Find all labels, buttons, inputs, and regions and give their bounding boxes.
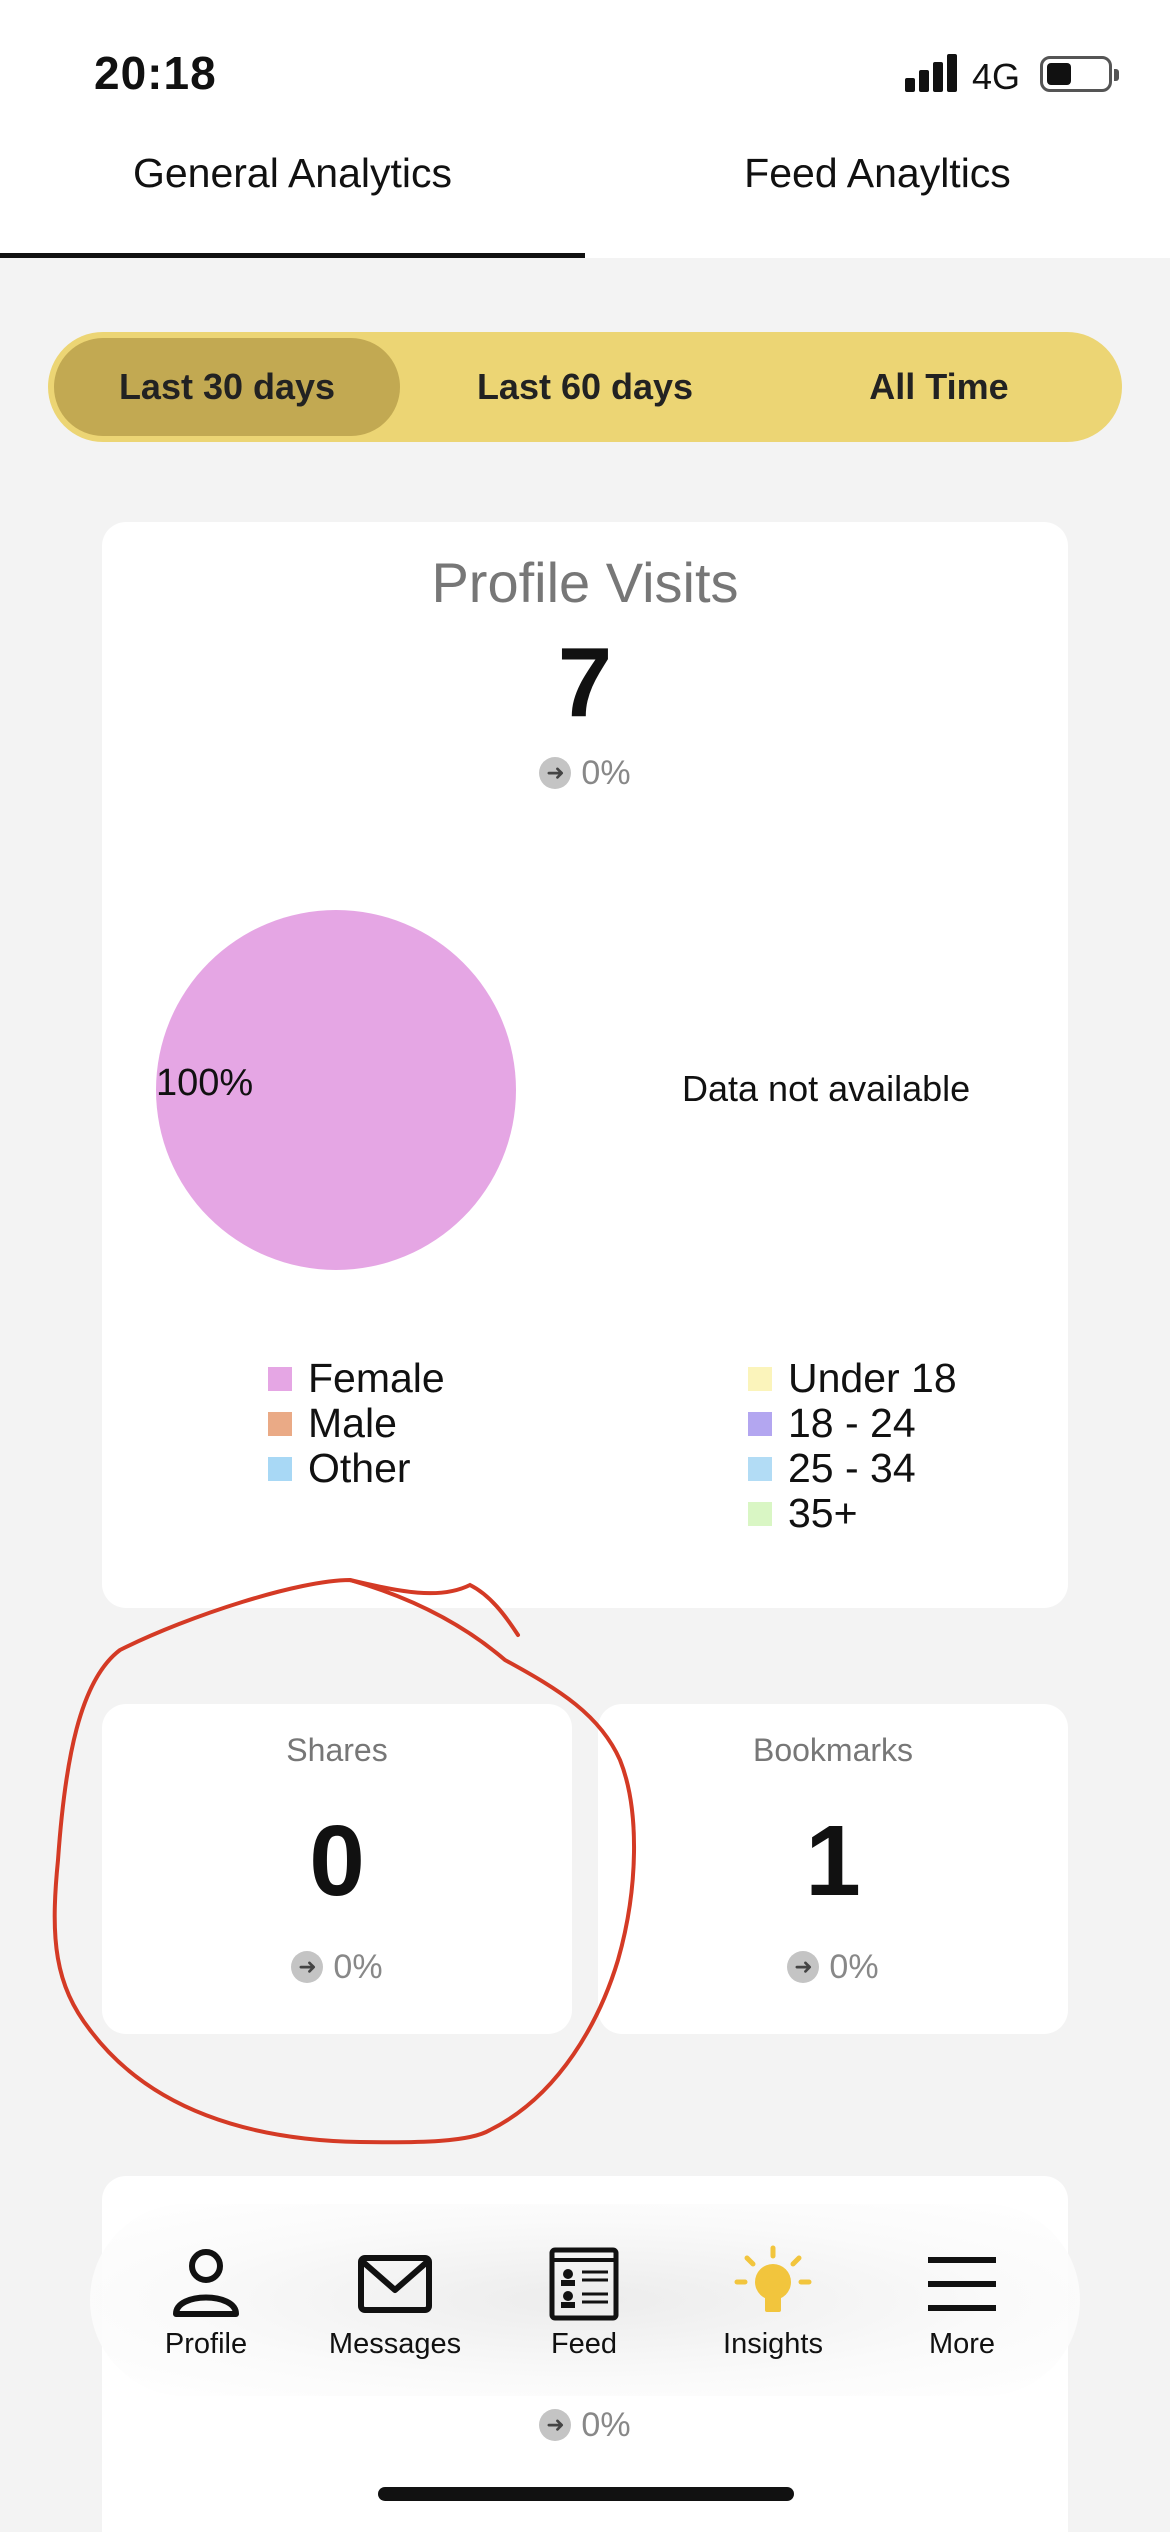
tab-label: Insights bbox=[723, 2328, 823, 2360]
legend-label: 18 - 24 bbox=[788, 1400, 916, 1446]
legend-label: 35+ bbox=[788, 1490, 858, 1536]
legend-label: Under 18 bbox=[788, 1355, 957, 1401]
tab-more[interactable]: More bbox=[867, 2204, 1057, 2396]
tab-general-analytics[interactable]: General Analytics bbox=[0, 140, 585, 258]
change-indicator: ➜ 0% bbox=[598, 1948, 1068, 1987]
home-indicator[interactable] bbox=[378, 2487, 794, 2501]
analytics-tabs: General Analytics Feed Anayltics bbox=[0, 140, 1170, 258]
signal-icon bbox=[905, 52, 959, 92]
legend-swatch bbox=[268, 1456, 292, 1481]
change-value: 0% bbox=[581, 754, 631, 792]
card-title: Shares bbox=[286, 1732, 388, 1768]
legend-label: Female bbox=[308, 1355, 445, 1401]
age-legend: Under 18 18 - 24 25 - 34 35+ bbox=[748, 1356, 957, 1536]
legend-swatch bbox=[748, 1501, 772, 1526]
shares-card: Shares 0 ➜ 0% bbox=[102, 1704, 572, 2034]
bookmarks-card: Bookmarks 1 ➜ 0% bbox=[598, 1704, 1068, 2034]
insights-icon bbox=[734, 2245, 812, 2312]
change-value: 0% bbox=[829, 1948, 879, 1986]
change-value: 0% bbox=[581, 2406, 631, 2444]
shares-count: 0 bbox=[309, 1805, 365, 1917]
more-icon bbox=[928, 2257, 996, 2311]
arrow-right-icon: ➜ bbox=[539, 757, 572, 789]
status-time: 20:18 bbox=[94, 47, 217, 99]
range-all-time[interactable]: All Time bbox=[766, 338, 1112, 436]
tab-feed[interactable]: Feed bbox=[489, 2204, 679, 2396]
arrow-right-icon: ➜ bbox=[787, 1951, 820, 1983]
tab-profile[interactable]: Profile bbox=[111, 2204, 301, 2396]
messages-icon bbox=[358, 2255, 432, 2313]
bookmarks-count: 1 bbox=[805, 1805, 861, 1917]
tab-label: Feed bbox=[550, 2328, 618, 2360]
bottom-tab-bar: Profile Messages Feed Insights More bbox=[90, 2204, 1080, 2396]
profile-visits-card: Profile Visits 7 ➜ 0% 100% Data not avail… bbox=[102, 522, 1068, 1608]
legend-item: 35+ bbox=[748, 1491, 957, 1536]
legend-swatch bbox=[268, 1366, 292, 1391]
range-last-30-days[interactable]: Last 30 days bbox=[54, 338, 400, 436]
legend-item: 18 - 24 bbox=[748, 1401, 957, 1446]
battery-icon bbox=[1040, 56, 1119, 92]
legend-label: Male bbox=[308, 1400, 397, 1446]
status-bar: 20:18 4G bbox=[0, 0, 1170, 140]
tab-insights[interactable]: Insights bbox=[678, 2204, 868, 2396]
change-value: 0% bbox=[333, 1948, 383, 1986]
tab-label: Profile bbox=[164, 2328, 248, 2360]
change-indicator: ➜ 0% bbox=[102, 754, 1068, 793]
change-indicator: ➜ 0% bbox=[102, 2406, 1068, 2445]
age-chart-empty-message: Data not available bbox=[682, 1068, 971, 1109]
profile-icon bbox=[173, 2249, 239, 2317]
legend-label: 25 - 34 bbox=[788, 1445, 916, 1491]
gender-legend: Female Male Other bbox=[268, 1356, 445, 1491]
tab-messages[interactable]: Messages bbox=[300, 2204, 490, 2396]
network-label: 4G bbox=[972, 56, 1021, 97]
tab-label: Messages bbox=[328, 2328, 462, 2360]
date-range-selector: Last 30 days Last 60 days All Time bbox=[48, 332, 1122, 442]
pie-slice-label: 100% bbox=[156, 1062, 254, 1104]
legend-swatch bbox=[748, 1411, 772, 1436]
legend-swatch bbox=[748, 1456, 772, 1481]
legend-item: Other bbox=[268, 1446, 445, 1491]
card-title: Profile Visits bbox=[431, 551, 739, 614]
range-last-60-days[interactable]: Last 60 days bbox=[412, 338, 758, 436]
legend-label: Other bbox=[308, 1445, 411, 1491]
legend-item: Female bbox=[268, 1356, 445, 1401]
change-indicator: ➜ 0% bbox=[102, 1948, 572, 1987]
legend-item: 25 - 34 bbox=[748, 1446, 957, 1491]
tab-feed-analytics[interactable]: Feed Anayltics bbox=[585, 140, 1170, 258]
legend-swatch bbox=[268, 1411, 292, 1436]
feed-icon bbox=[549, 2247, 619, 2321]
legend-item: Under 18 bbox=[748, 1356, 957, 1401]
active-tab-indicator bbox=[0, 253, 585, 258]
legend-item: Male bbox=[268, 1401, 445, 1446]
tab-label: More bbox=[928, 2328, 996, 2360]
legend-swatch bbox=[748, 1366, 772, 1391]
arrow-right-icon: ➜ bbox=[539, 2409, 572, 2441]
arrow-right-icon: ➜ bbox=[291, 1951, 324, 1983]
card-title: Bookmarks bbox=[752, 1732, 914, 1768]
profile-visits-count: 7 bbox=[557, 627, 613, 737]
